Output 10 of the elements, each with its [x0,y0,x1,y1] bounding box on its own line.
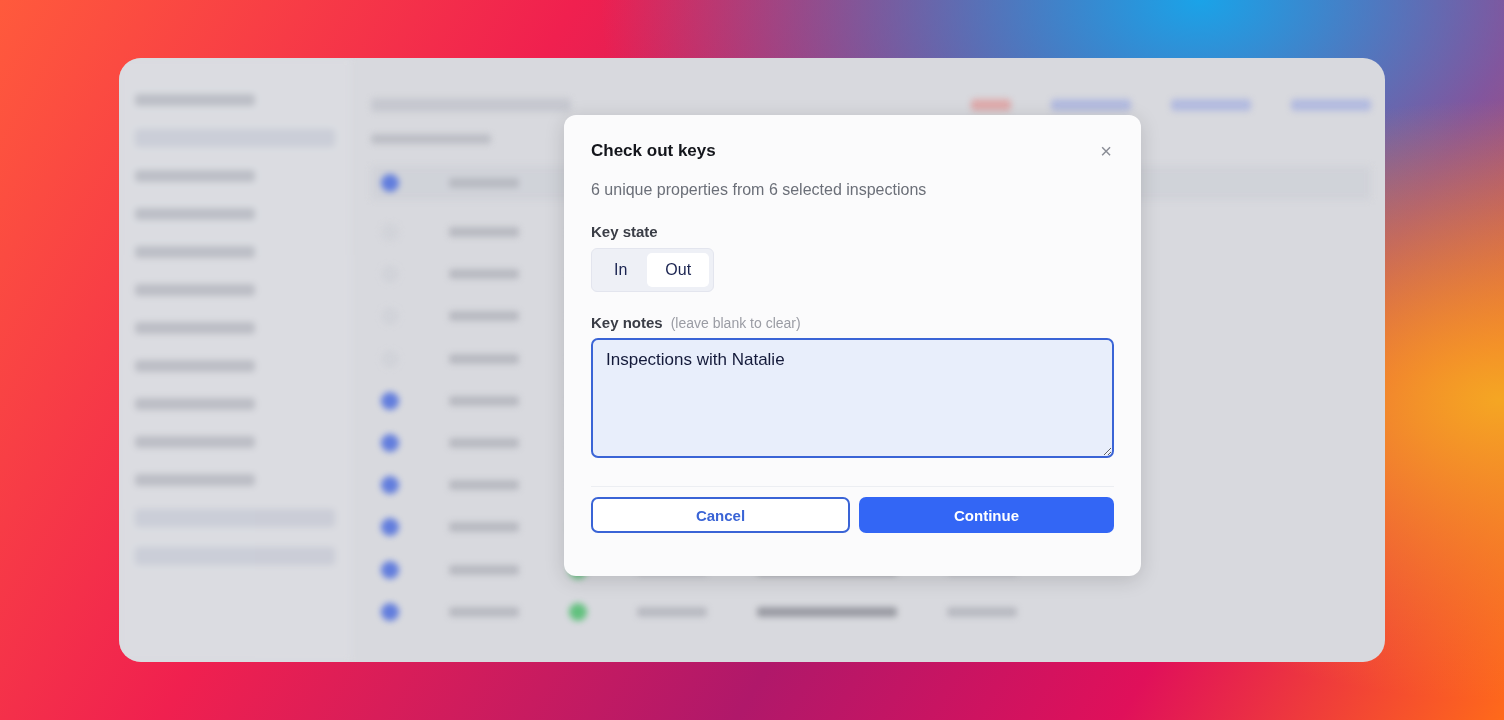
summary-text: 6 unique properties from 6 selected inspections [591,181,928,199]
key-notes-label: Key notes [591,314,663,331]
cancel-button[interactable]: Cancel [591,497,850,533]
continue-button[interactable]: Continue [859,497,1114,533]
key-state-option[interactable]: In [596,253,646,287]
key-notes-field[interactable]: Inspections with Natalie [591,338,1114,458]
dialog-title: Check out keys [591,141,716,161]
key-state-label: Key state [591,223,659,240]
key-notes-hint: (leave blank to clear) [670,315,801,331]
key-state-option[interactable]: Out [647,253,710,287]
